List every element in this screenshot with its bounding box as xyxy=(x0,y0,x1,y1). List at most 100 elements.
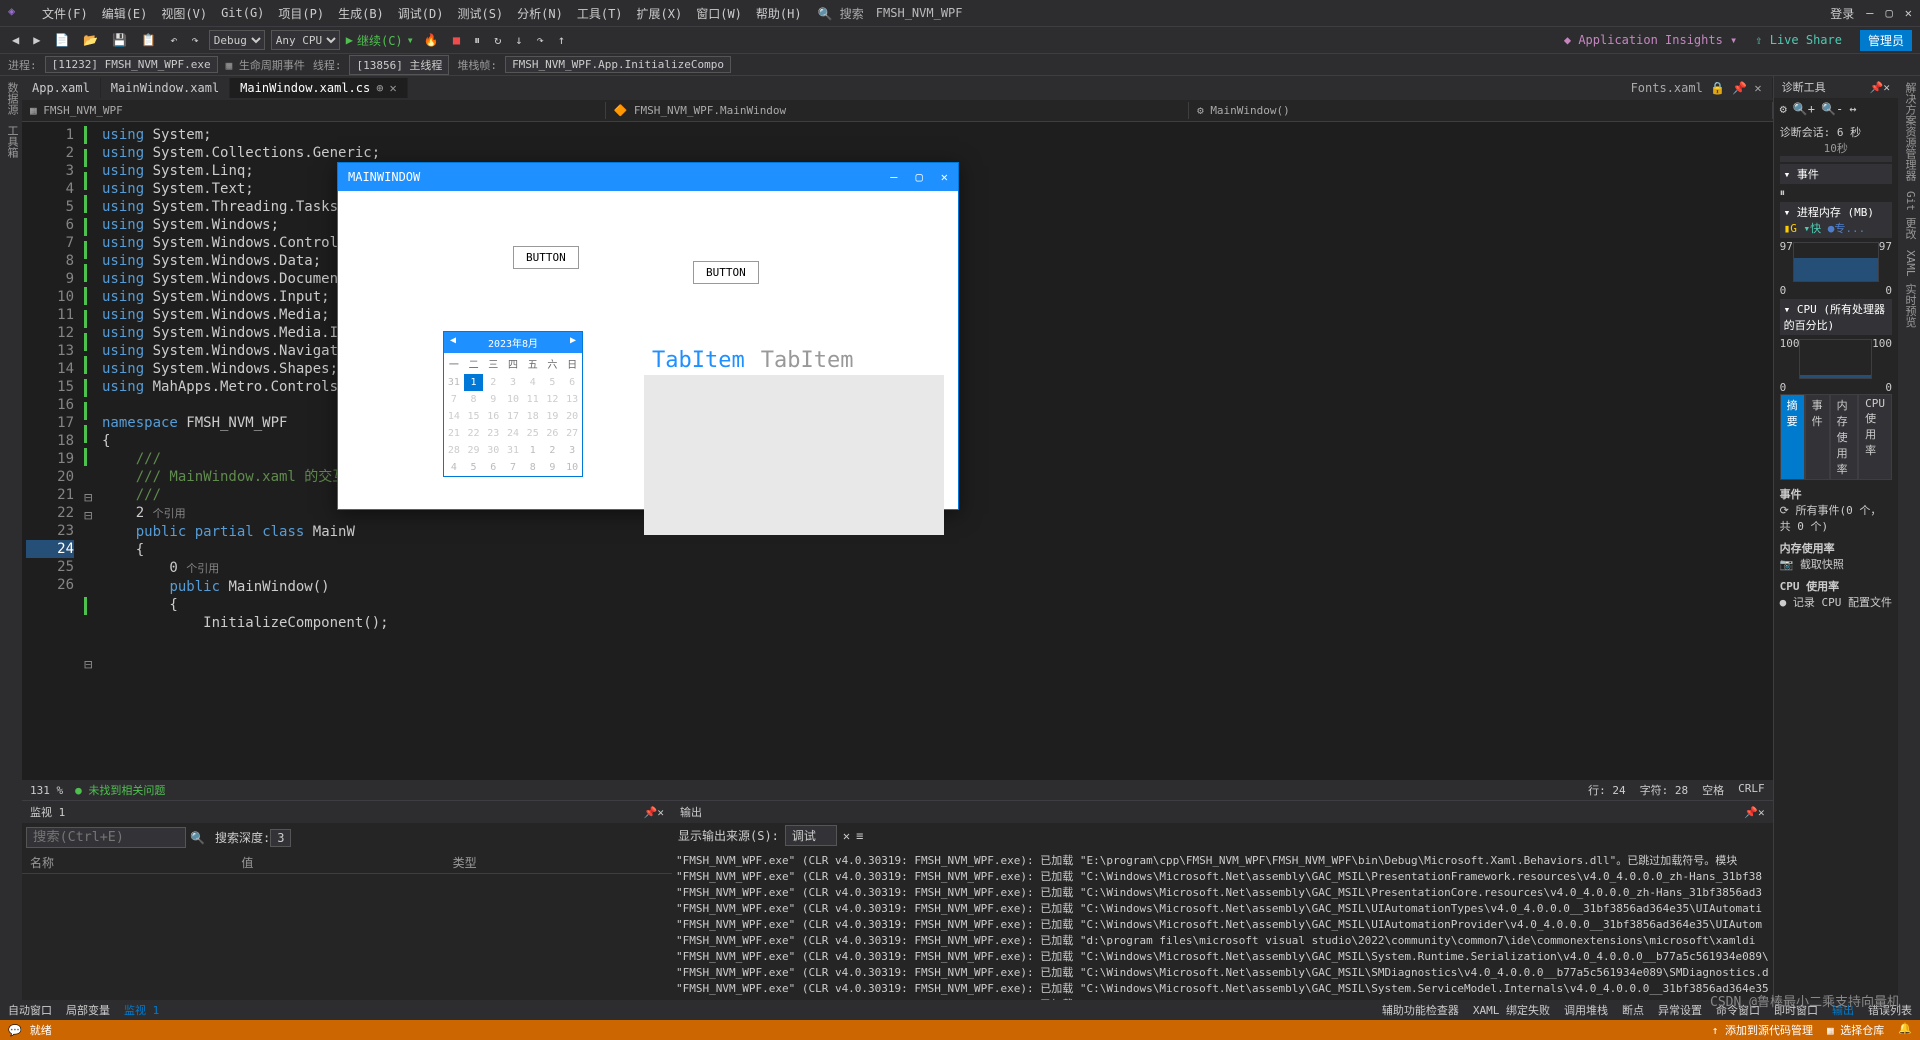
cal-day[interactable]: 27 xyxy=(562,425,582,442)
tab-callstack[interactable]: 调用堆栈 xyxy=(1564,1002,1608,1018)
watch-col-name[interactable]: 名称 xyxy=(30,854,241,871)
menu-test[interactable]: 测试(S) xyxy=(451,3,509,24)
open-icon[interactable]: 📂 xyxy=(79,31,102,49)
tab-app-xaml[interactable]: App.xaml xyxy=(22,78,101,98)
wpf-calendar[interactable]: ◀ 2023年8月 ▶ 一二三四五六日311234567891011121314… xyxy=(443,331,583,477)
left-sidebar-tabs[interactable]: 数据源工具箱 xyxy=(0,76,22,1000)
search-icon[interactable]: 🔍 xyxy=(190,831,205,845)
watch-search-input[interactable] xyxy=(26,827,186,848)
watch-body[interactable] xyxy=(22,874,672,1000)
wpf-tab-1[interactable]: TabItem xyxy=(644,346,753,375)
platform-dropdown[interactable]: Any CPU xyxy=(271,30,340,50)
select-repo-button[interactable]: ▦ 选择仓库 xyxy=(1827,1022,1884,1038)
step-over-icon[interactable]: ↷ xyxy=(533,31,548,49)
output-body[interactable]: "FMSH_NVM_WPF.exe" (CLR v4.0.30319: FMSH… xyxy=(672,848,1773,1000)
cal-day[interactable]: 30 xyxy=(483,442,503,459)
memory-chart[interactable] xyxy=(1793,242,1879,282)
line-ending[interactable]: CRLF xyxy=(1738,782,1765,798)
diag-cpu-header[interactable]: ▾ CPU (所有处理器的百分比) xyxy=(1780,299,1892,335)
zoom-reset-icon[interactable]: ↔ xyxy=(1849,102,1856,116)
panel-close-icon[interactable]: ✕ xyxy=(657,806,664,819)
cal-day[interactable]: 23 xyxy=(483,425,503,442)
right-sidebar-tabs[interactable]: 解决方案资源管理器Git 更改XAML 实时预览 xyxy=(1898,76,1920,1000)
cal-day[interactable]: 9 xyxy=(483,391,503,408)
hot-reload-icon[interactable]: 🔥 xyxy=(420,31,443,49)
output-source-dropdown[interactable]: 调试 xyxy=(785,825,837,846)
save-icon[interactable]: 💾 xyxy=(108,31,131,49)
cal-day[interactable]: 8 xyxy=(464,391,484,408)
wpf-tab-2[interactable]: TabItem xyxy=(753,346,862,375)
cal-day[interactable]: 12 xyxy=(543,391,563,408)
cal-day[interactable]: 11 xyxy=(523,391,543,408)
app-close-icon[interactable]: ✕ xyxy=(941,170,948,184)
clear-icon[interactable]: ✕ xyxy=(843,829,850,843)
step-into-icon[interactable]: ↓ xyxy=(511,31,526,49)
menu-window[interactable]: 窗口(W) xyxy=(690,3,748,24)
cal-day[interactable]: 19 xyxy=(543,408,563,425)
cal-day[interactable]: 6 xyxy=(562,374,582,391)
app-insights-button[interactable]: ◆ Application Insights ▾ xyxy=(1564,33,1737,47)
cal-day[interactable]: 25 xyxy=(523,425,543,442)
cal-day[interactable]: 2 xyxy=(483,374,503,391)
wpf-button-2[interactable]: BUTTON xyxy=(693,261,759,284)
menu-debug[interactable]: 调试(D) xyxy=(392,3,450,24)
cal-day[interactable]: 16 xyxy=(483,408,503,425)
search-depth-dropdown[interactable]: 3 xyxy=(270,829,291,847)
continue-button[interactable]: ▶ 继续(C) ▾ xyxy=(346,32,414,49)
cal-day[interactable]: 3 xyxy=(562,442,582,459)
cal-day[interactable]: 9 xyxy=(543,459,563,476)
stackframe-dropdown[interactable]: FMSH_NVM_WPF.App.InitializeCompo xyxy=(505,56,731,73)
tab-close-icon[interactable]: ✕ xyxy=(389,81,396,95)
cal-day[interactable]: 20 xyxy=(562,408,582,425)
restart-icon[interactable]: ↻ xyxy=(490,31,505,49)
nav-project[interactable]: ▦ FMSH_NVM_WPF xyxy=(22,102,606,119)
tab-fonts-xaml[interactable]: Fonts.xaml 🔒 📌 ✕ xyxy=(1621,78,1773,98)
cal-day[interactable]: 10 xyxy=(503,391,523,408)
wrap-icon[interactable]: ≡ xyxy=(856,829,863,843)
wpf-tabcontrol[interactable]: TabItem TabItem xyxy=(644,346,944,535)
diag-events-header[interactable]: ▾ 事件 xyxy=(1780,164,1892,184)
menu-edit[interactable]: 编辑(E) xyxy=(96,3,154,24)
cal-day[interactable]: 28 xyxy=(444,442,464,459)
menu-git[interactable]: Git(G) xyxy=(215,4,270,22)
redo-icon[interactable]: ↷ xyxy=(188,31,203,49)
cal-day[interactable]: 8 xyxy=(523,459,543,476)
diag-tab-cpu[interactable]: CPU 使用率 xyxy=(1858,394,1892,480)
cal-day[interactable]: 29 xyxy=(464,442,484,459)
panel-close-icon[interactable]: ✕ xyxy=(1883,81,1890,94)
step-out-icon[interactable]: ↑ xyxy=(554,31,569,49)
cal-day[interactable]: 31 xyxy=(444,374,464,391)
diag-settings-icon[interactable]: ⚙ xyxy=(1780,102,1787,116)
cal-day[interactable]: 26 xyxy=(543,425,563,442)
cal-day[interactable]: 24 xyxy=(503,425,523,442)
cal-day[interactable]: 4 xyxy=(523,374,543,391)
nav-member[interactable]: ⚙ MainWindow() xyxy=(1189,102,1773,119)
menu-file[interactable]: 文件(F) xyxy=(36,3,94,24)
wpf-button-1[interactable]: BUTTON xyxy=(513,246,579,269)
feedback-icon[interactable]: 💬 xyxy=(8,1024,22,1037)
cal-prev-icon[interactable]: ◀ xyxy=(450,335,456,350)
cpu-chart[interactable] xyxy=(1799,339,1872,379)
menu-analyze[interactable]: 分析(N) xyxy=(511,3,569,24)
cal-day[interactable]: 13 xyxy=(562,391,582,408)
maximize-icon[interactable]: ▢ xyxy=(1886,6,1893,20)
cal-day[interactable]: 21 xyxy=(444,425,464,442)
tab-breakpoints[interactable]: 断点 xyxy=(1622,1002,1644,1018)
cal-day[interactable]: 14 xyxy=(444,408,464,425)
process-dropdown[interactable]: [11232] FMSH_NVM_WPF.exe xyxy=(45,56,218,73)
cal-day[interactable]: 1 xyxy=(464,374,484,391)
cal-day[interactable]: 5 xyxy=(464,459,484,476)
cal-day[interactable]: 4 xyxy=(444,459,464,476)
diag-tab-summary[interactable]: 摘要 xyxy=(1780,394,1805,480)
menu-project[interactable]: 项目(P) xyxy=(272,3,330,24)
lifecycle-label[interactable]: ▦ 生命周期事件 xyxy=(226,57,305,73)
menu-extensions[interactable]: 扩展(X) xyxy=(631,3,689,24)
save-all-icon[interactable]: 📋 xyxy=(137,31,160,49)
thread-dropdown[interactable]: [13856] 主线程 xyxy=(349,55,449,75)
diag-record-cpu-link[interactable]: ● 记录 CPU 配置文件 xyxy=(1780,594,1892,610)
diag-tab-memory[interactable]: 内存使用率 xyxy=(1830,394,1859,480)
close-icon[interactable]: ✕ xyxy=(1905,6,1912,20)
cal-day[interactable]: 17 xyxy=(503,408,523,425)
cal-day[interactable]: 10 xyxy=(562,459,582,476)
tab-mainwindow-cs[interactable]: MainWindow.xaml.cs⊕✕ xyxy=(230,78,408,98)
